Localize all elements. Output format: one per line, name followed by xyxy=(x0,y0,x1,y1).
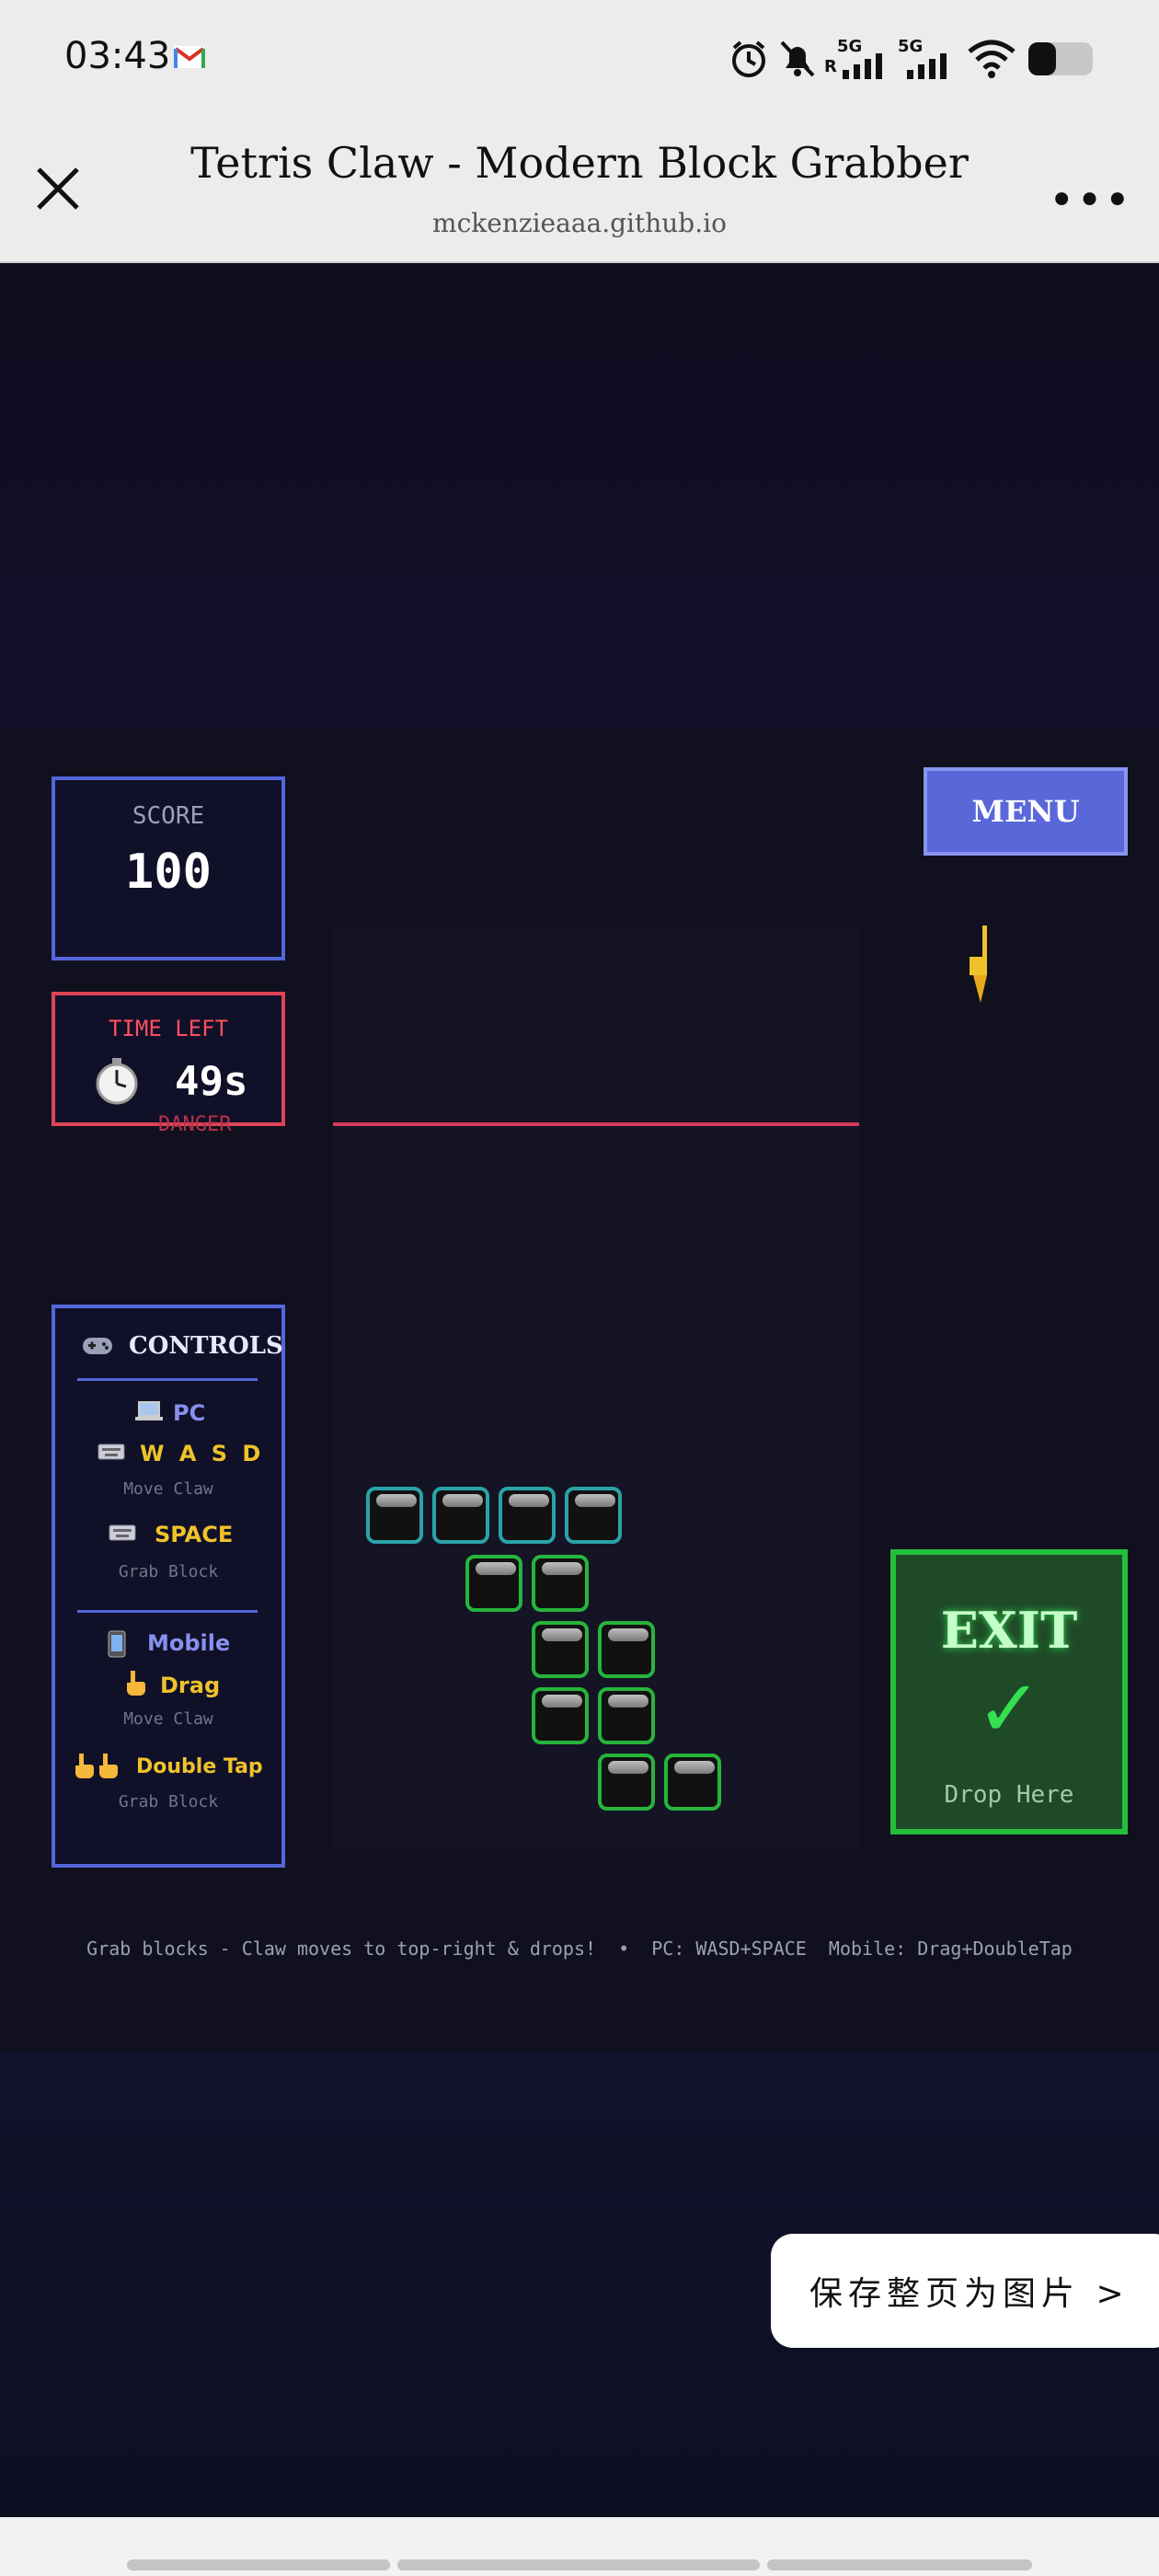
tetris-block[interactable] xyxy=(565,1487,622,1544)
tetris-block[interactable] xyxy=(664,1754,721,1811)
controls-divider xyxy=(77,1610,258,1613)
save-page-as-image-button[interactable]: 保存整页为图片 > xyxy=(771,2234,1159,2348)
pointing-hand-icon xyxy=(127,1671,145,1696)
nav-handle[interactable] xyxy=(397,2559,760,2570)
controls-mobile-heading: Mobile xyxy=(147,1630,231,1656)
controls-pc-heading: PC xyxy=(173,1400,206,1426)
controls-heading: CONTROLS xyxy=(129,1332,283,1360)
phone-icon xyxy=(108,1630,126,1658)
tetris-block[interactable] xyxy=(532,1621,589,1678)
tetris-block[interactable] xyxy=(499,1487,556,1544)
controls-grab-desc: Grab Block xyxy=(118,1562,219,1581)
page-url: mckenzieaaa.github.io xyxy=(432,208,727,238)
bell-off-icon xyxy=(780,40,815,77)
tetris-block[interactable] xyxy=(598,1754,655,1811)
tetris-block[interactable] xyxy=(598,1687,655,1744)
tetris-block[interactable] xyxy=(598,1621,655,1678)
tetris-block[interactable] xyxy=(366,1487,423,1544)
more-options-icon[interactable]: ••• xyxy=(1049,175,1132,226)
keyboard-icon xyxy=(98,1443,125,1460)
tetris-block[interactable] xyxy=(432,1487,489,1544)
laptop-icon xyxy=(135,1401,163,1420)
nav-handle[interactable] xyxy=(127,2559,390,2570)
keyboard-icon xyxy=(109,1524,136,1541)
controls-drag: Drag xyxy=(160,1673,221,1698)
controls-double-tap-desc: Grab Block xyxy=(118,1792,219,1811)
controls-grab-key: SPACE xyxy=(155,1522,234,1547)
score-panel: SCORE 100 xyxy=(52,776,285,960)
double-tap-icon xyxy=(75,1754,118,1778)
check-icon: ✓ xyxy=(975,1663,1043,1755)
exit-label: EXIT xyxy=(940,1601,1078,1660)
tetris-block[interactable] xyxy=(465,1555,522,1612)
tetris-block[interactable] xyxy=(532,1687,589,1744)
battery-icon xyxy=(1028,42,1093,75)
controls-panel: CONTROLS PC W A S D Move Claw SPACE Grab… xyxy=(52,1305,285,1868)
status-time: 03:43 xyxy=(64,35,171,77)
claw-icon[interactable] xyxy=(966,926,999,1006)
time-panel: TIME LEFT 49s xyxy=(52,992,285,1126)
game-board xyxy=(333,929,859,1849)
exit-zone[interactable]: EXIT ✓ Drop Here xyxy=(890,1549,1128,1834)
menu-button[interactable]: MENU xyxy=(924,767,1128,856)
wifi-icon xyxy=(968,40,1016,78)
alarm-icon xyxy=(732,40,765,77)
roaming-label: R xyxy=(824,57,837,76)
danger-line xyxy=(333,1122,859,1126)
score-value: 100 xyxy=(125,845,212,900)
tetris-block[interactable] xyxy=(532,1555,589,1612)
danger-label: DANGER xyxy=(158,1113,232,1136)
nav-handle[interactable] xyxy=(767,2559,1032,2570)
controls-double-tap: Double Tap xyxy=(136,1755,263,1778)
controls-divider xyxy=(77,1378,258,1381)
time-value: 49s xyxy=(175,1058,248,1105)
footer-hint: Grab blocks - Claw moves to top-right & … xyxy=(86,1938,1073,1960)
controls-move-keys: W A S D xyxy=(140,1441,265,1466)
signal-icon xyxy=(907,53,947,79)
page-title: Tetris Claw - Modern Block Grabber xyxy=(190,138,969,188)
score-label: SCORE xyxy=(132,802,205,830)
stopwatch-icon xyxy=(96,1058,138,1105)
gamepad-icon xyxy=(83,1338,112,1354)
gmail-icon xyxy=(174,46,205,68)
controls-move-desc: Move Claw xyxy=(123,1479,213,1499)
controls-drag-desc: Move Claw xyxy=(123,1709,213,1729)
signal-icon xyxy=(843,53,882,79)
time-label: TIME LEFT xyxy=(108,1016,229,1041)
exit-hint: Drop Here xyxy=(944,1781,1074,1809)
